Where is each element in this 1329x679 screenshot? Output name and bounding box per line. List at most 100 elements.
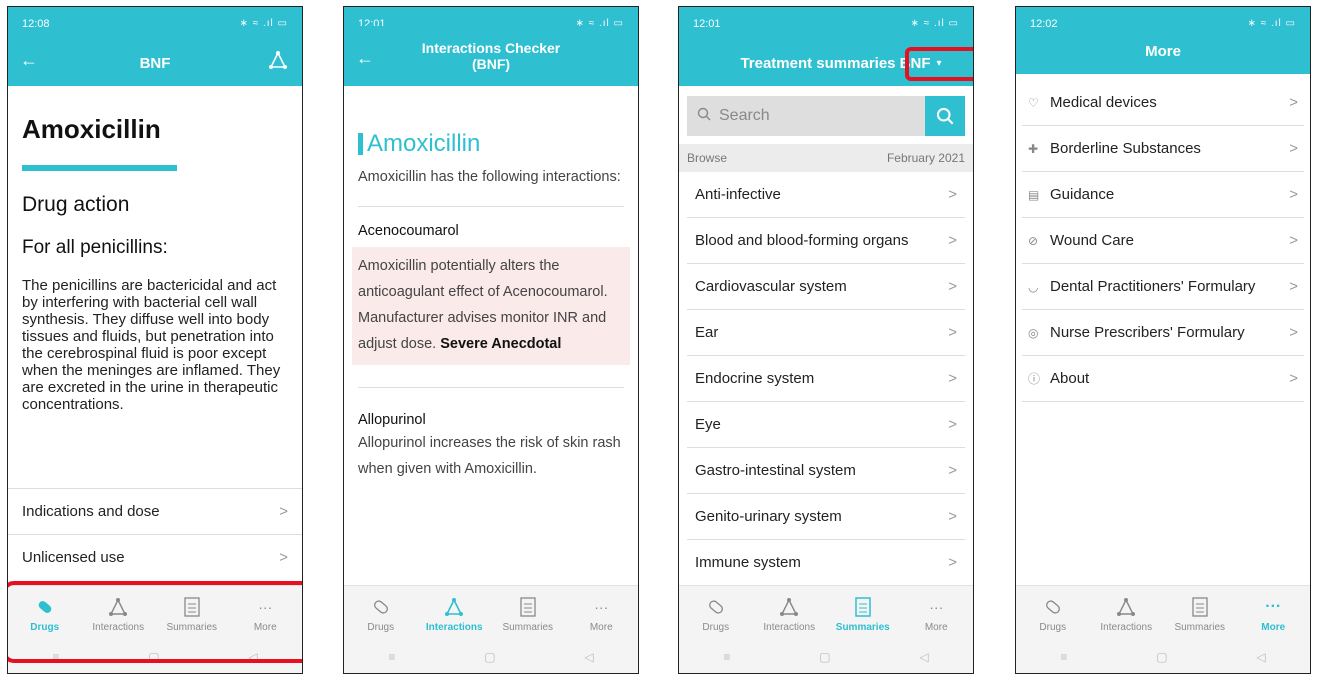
phone-screen-more: 12:02 ∗ ≈ .ıl ▭ More ♡ Medical devices > ✚… xyxy=(1015,6,1311,674)
menu-nav-icon[interactable]: ≡ xyxy=(723,650,730,664)
list-item[interactable]: Anti-infective > xyxy=(687,172,965,218)
search-icon xyxy=(697,107,711,126)
tab-drugs[interactable]: Drugs xyxy=(344,586,418,641)
phone-screen-drug: 12:08 ∗ ≈ .ıl ▭ ← BNF Amoxicillin Drug a… xyxy=(7,6,303,674)
chevron-right-icon: > xyxy=(948,554,957,571)
chevron-right-icon: > xyxy=(948,278,957,295)
menu-item-wound-care[interactable]: ⊘ Wound Care > xyxy=(1022,218,1304,264)
interactions-icon[interactable] xyxy=(268,50,288,74)
chevron-right-icon: > xyxy=(1289,278,1298,295)
chevron-right-icon: > xyxy=(948,508,957,525)
menu-item-borderline-substances[interactable]: ✚ Borderline Substances > xyxy=(1022,126,1304,172)
tab-more[interactable]: ··· More xyxy=(1237,586,1311,641)
chevron-right-icon: > xyxy=(1289,370,1298,387)
heart-icon: ♡ xyxy=(1028,95,1039,110)
menu-item-dental-formulary[interactable]: ◡ Dental Practitioners' Formulary > xyxy=(1022,264,1304,310)
home-nav-icon[interactable]: ▢ xyxy=(819,650,830,664)
app-bar: ← BNF xyxy=(8,40,302,86)
pill-icon xyxy=(370,595,392,619)
menu-nav-icon[interactable]: ≡ xyxy=(388,650,395,664)
bnf-selector-highlight xyxy=(905,47,973,81)
chevron-right-icon: > xyxy=(948,324,957,341)
status-time: 12:08 xyxy=(22,17,50,30)
title-underline xyxy=(22,165,177,171)
list-item[interactable]: Cardiovascular system > xyxy=(687,264,965,310)
list-item[interactable]: Genito-urinary system > xyxy=(687,494,965,540)
menu-item-about[interactable]: ⓘ About > xyxy=(1022,356,1304,402)
interaction-drug-name: Acenocoumarol xyxy=(358,223,459,239)
divider xyxy=(358,206,624,207)
severity-label: Severe Anecdotal xyxy=(440,336,562,352)
chevron-right-icon: > xyxy=(1289,94,1298,111)
app-bar-title: Interactions Checker (BNF) xyxy=(421,40,561,72)
browse-label: Browse xyxy=(687,151,728,165)
drug-action-text: The penicillins are bactericidal and act… xyxy=(22,277,281,413)
menu-item-guidance[interactable]: ▤ Guidance > xyxy=(1022,172,1304,218)
list-item[interactable]: Endocrine system > xyxy=(687,356,965,402)
tab-drugs[interactable]: Drugs xyxy=(1016,586,1090,641)
system-nav-bar: ≡ ▢ ◁ xyxy=(1016,641,1310,673)
tab-drugs[interactable]: Drugs xyxy=(679,586,753,641)
app-bar-title: BNF xyxy=(139,54,171,72)
tab-interactions[interactable]: Interactions xyxy=(1090,586,1164,641)
status-bar: 12:08 ∗ ≈ .ıl ▭ xyxy=(8,7,302,40)
search-input[interactable]: Search xyxy=(687,96,925,136)
chevron-right-icon: > xyxy=(948,370,957,387)
tab-summaries[interactable]: Summaries xyxy=(826,586,900,641)
app-bar: More xyxy=(1016,28,1310,74)
chevron-right-icon: > xyxy=(1289,140,1298,157)
drug-title: Amoxicillin xyxy=(358,130,624,158)
list-item[interactable]: Eye > xyxy=(687,402,965,448)
list-item[interactable]: Immune system > xyxy=(687,540,965,586)
summaries-list: Anti-infective > Blood and blood-forming … xyxy=(679,172,973,586)
unlicensed-use-row[interactable]: Unlicensed use > xyxy=(8,534,302,580)
more-dots-icon: ··· xyxy=(1265,597,1282,615)
tooth-icon: ◡ xyxy=(1028,279,1039,294)
tab-more[interactable]: ··· More xyxy=(900,586,974,641)
back-nav-icon[interactable]: ◁ xyxy=(1256,650,1265,664)
menu-nav-icon[interactable]: ≡ xyxy=(1060,650,1067,664)
tab-interactions[interactable]: Interactions xyxy=(418,586,492,641)
chevron-right-icon: > xyxy=(279,503,288,520)
divider xyxy=(358,387,624,388)
interaction-text: Allopurinol increases the risk of skin r… xyxy=(358,435,621,477)
menu-item-nurse-formulary[interactable]: ◎ Nurse Prescribers' Formulary > xyxy=(1022,310,1304,356)
tab-summaries[interactable]: Summaries xyxy=(491,586,565,641)
status-icons: ∗ ≈ .ıl ▭ xyxy=(910,18,959,29)
home-nav-icon[interactable]: ▢ xyxy=(1156,650,1167,664)
tab-more[interactable]: ··· More xyxy=(565,586,639,641)
subsection-heading: For all penicillins: xyxy=(22,237,168,258)
list-item[interactable]: Ear > xyxy=(687,310,965,356)
list-item[interactable]: Gastro-intestinal system > xyxy=(687,448,965,494)
tab-summaries[interactable]: Summaries xyxy=(1163,586,1237,641)
row-label: Unlicensed use xyxy=(22,549,125,566)
app-bar-title[interactable]: Treatment summaries BNF xyxy=(710,55,930,72)
list-item[interactable]: Blood and blood-forming organs > xyxy=(687,218,965,264)
status-time: 12:01 xyxy=(693,17,721,30)
back-nav-icon[interactable]: ◁ xyxy=(919,650,928,664)
indications-row[interactable]: Indications and dose > xyxy=(8,488,302,534)
document-icon xyxy=(520,595,536,619)
search-button[interactable] xyxy=(925,96,965,136)
home-nav-icon[interactable]: ▢ xyxy=(484,650,495,664)
back-arrow-icon[interactable]: ← xyxy=(20,50,38,71)
tab-bar-highlight xyxy=(8,581,302,663)
back-arrow-icon[interactable]: ← xyxy=(356,48,374,69)
chevron-right-icon: > xyxy=(1289,186,1298,203)
pill-icon xyxy=(1042,595,1064,619)
menu-item-medical-devices[interactable]: ♡ Medical devices > xyxy=(1022,80,1304,126)
more-dots-icon: ··· xyxy=(594,598,609,615)
section-heading: Drug action xyxy=(22,193,130,216)
back-nav-icon[interactable]: ◁ xyxy=(584,650,593,664)
row-label: Indications and dose xyxy=(22,503,160,520)
chevron-right-icon: > xyxy=(948,186,957,203)
chevron-right-icon: > xyxy=(948,462,957,479)
document-icon xyxy=(1192,595,1208,619)
cross-icon: ✚ xyxy=(1028,141,1039,156)
interaction-drug-name: Allopurinol xyxy=(358,412,426,428)
chevron-right-icon: > xyxy=(948,416,957,433)
browse-date: February 2021 xyxy=(886,151,965,165)
drug-title: Amoxicillin xyxy=(22,114,161,144)
tab-interactions[interactable]: Interactions xyxy=(753,586,827,641)
interactions-icon xyxy=(1116,595,1136,619)
